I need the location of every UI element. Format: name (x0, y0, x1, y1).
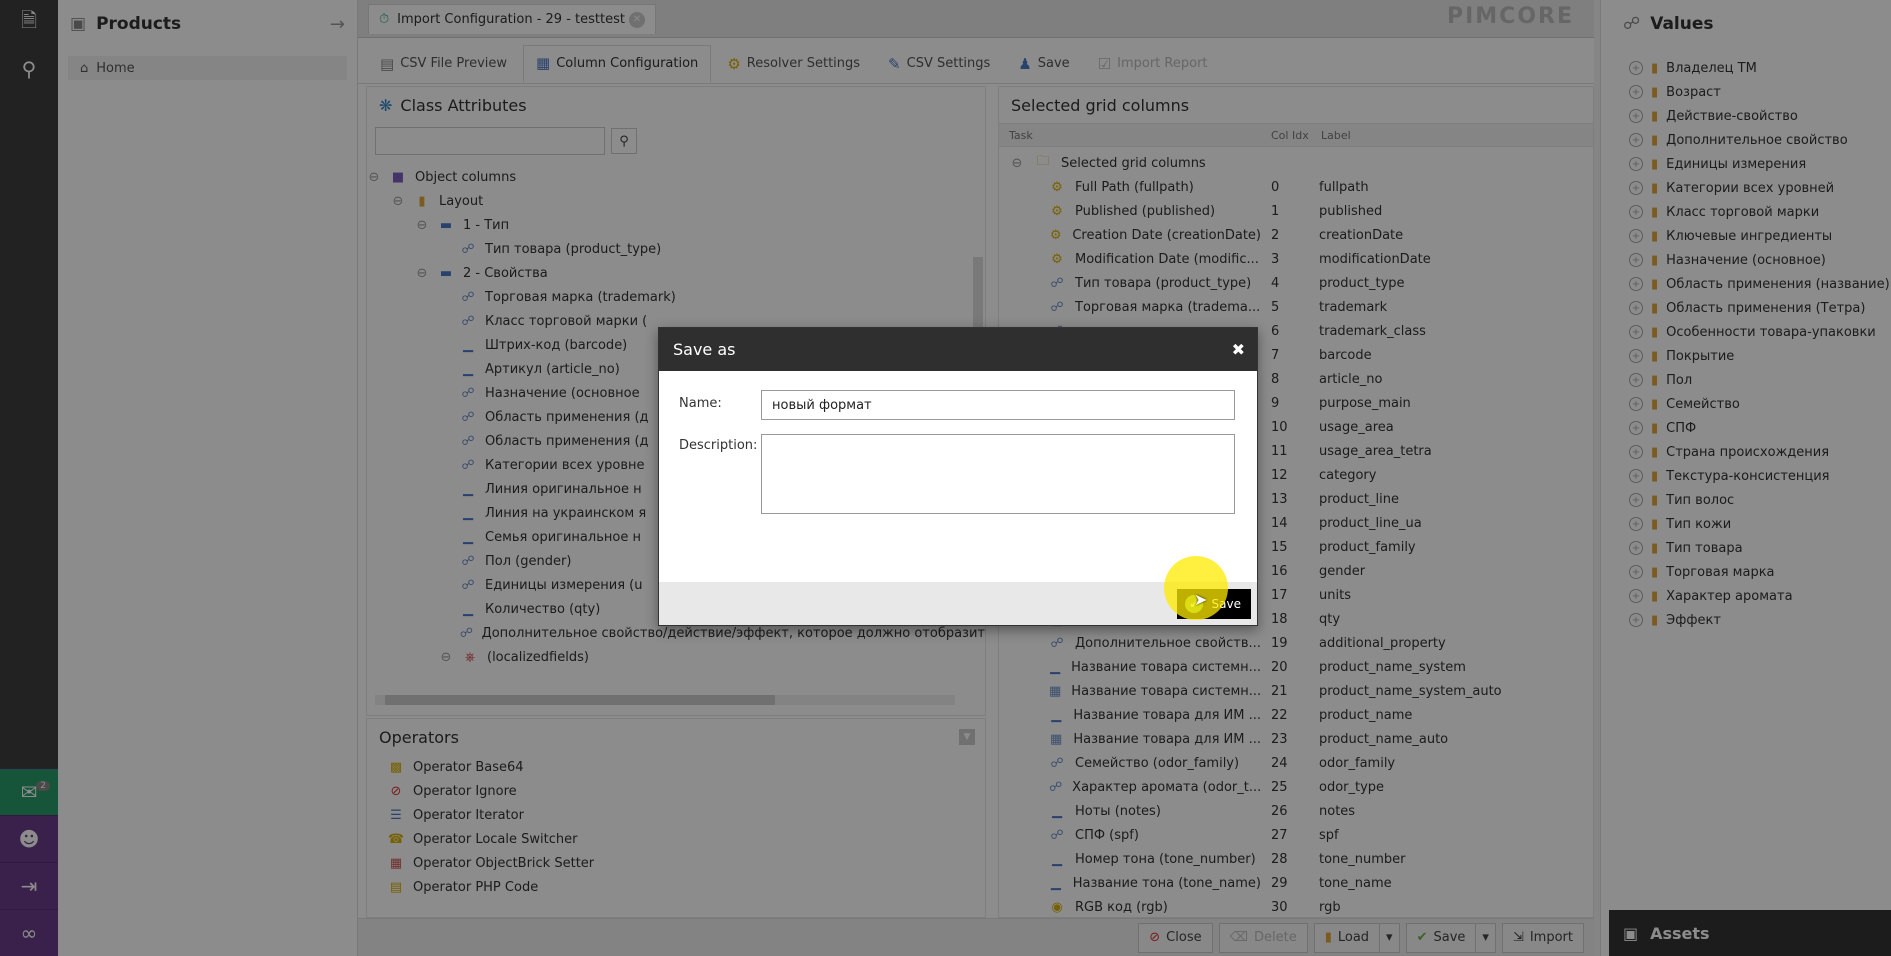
description-row: Description: (679, 434, 1235, 514)
name-row: Name: (679, 390, 1235, 420)
dialog-header: Save as ✖ (659, 328, 1257, 371)
name-label: Name: (679, 396, 722, 411)
description-textarea[interactable] (761, 434, 1235, 514)
name-input[interactable] (761, 390, 1235, 420)
dialog-title: Save as (673, 340, 736, 359)
mouse-pointer-icon: ➤ (1194, 590, 1208, 609)
close-icon[interactable]: ✖ (1232, 340, 1245, 359)
description-label: Description: (679, 438, 758, 453)
cursor-highlight (1164, 556, 1228, 620)
